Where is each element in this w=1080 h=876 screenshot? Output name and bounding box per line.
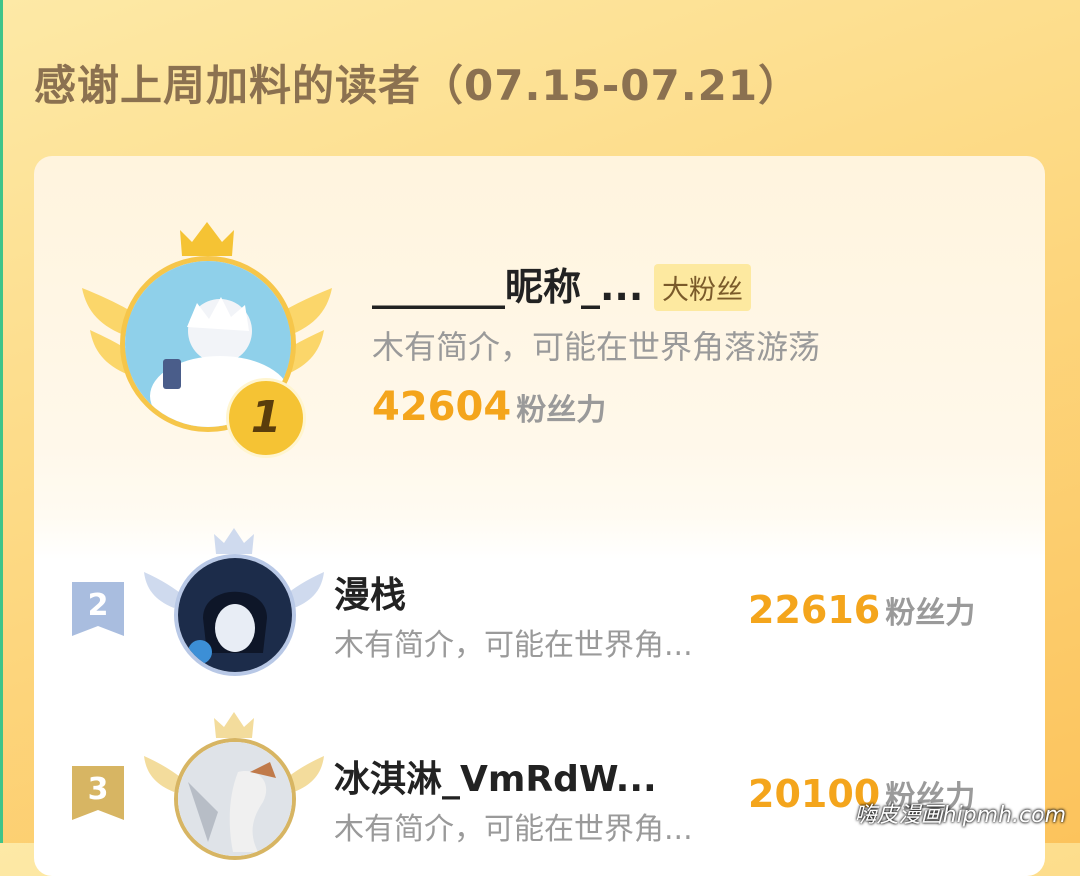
top-reader-name[interactable]: _______昵称_... [372, 256, 643, 311]
rank-3-flag: 3 [72, 766, 124, 820]
fan-level-badge: 大粉丝 [654, 264, 751, 311]
watermark-text: 嗨皮漫画hipmh.com [854, 803, 1066, 828]
score-unit: 粉丝力 [516, 393, 607, 428]
reader-name[interactable]: 冰淇淋_VmRdW... [334, 750, 657, 802]
reader-score: 22616 粉丝力 [748, 588, 975, 632]
score-value: 22616 [748, 588, 881, 632]
reader-name[interactable]: 漫栈 [334, 566, 406, 618]
top-reader-score: 42604 粉丝力 [372, 384, 606, 430]
top-reader-bio: 木有简介，可能在世界角落游荡 [372, 328, 821, 366]
rank-2-flag: 2 [72, 582, 124, 636]
rank-number: 2 [87, 588, 109, 623]
reader-bio: 木有简介，可能在世界角... [334, 812, 693, 847]
reader-bio: 木有简介，可能在世界角... [334, 628, 693, 663]
score-value: 42604 [372, 384, 512, 430]
reader-avatar[interactable] [174, 554, 296, 676]
reader-ranking-panel: 1 _______昵称_... 大粉丝 木有简介，可能在世界角落游荡 42604… [34, 156, 1045, 876]
page-title: 感谢上周加料的读者（07.15-07.21） [34, 61, 802, 110]
score-unit: 粉丝力 [885, 596, 976, 631]
reader-avatar[interactable] [174, 738, 296, 860]
rank-1-badge: 1 [226, 378, 306, 458]
rank-number: 3 [87, 772, 109, 807]
left-edge-strip [0, 0, 3, 843]
